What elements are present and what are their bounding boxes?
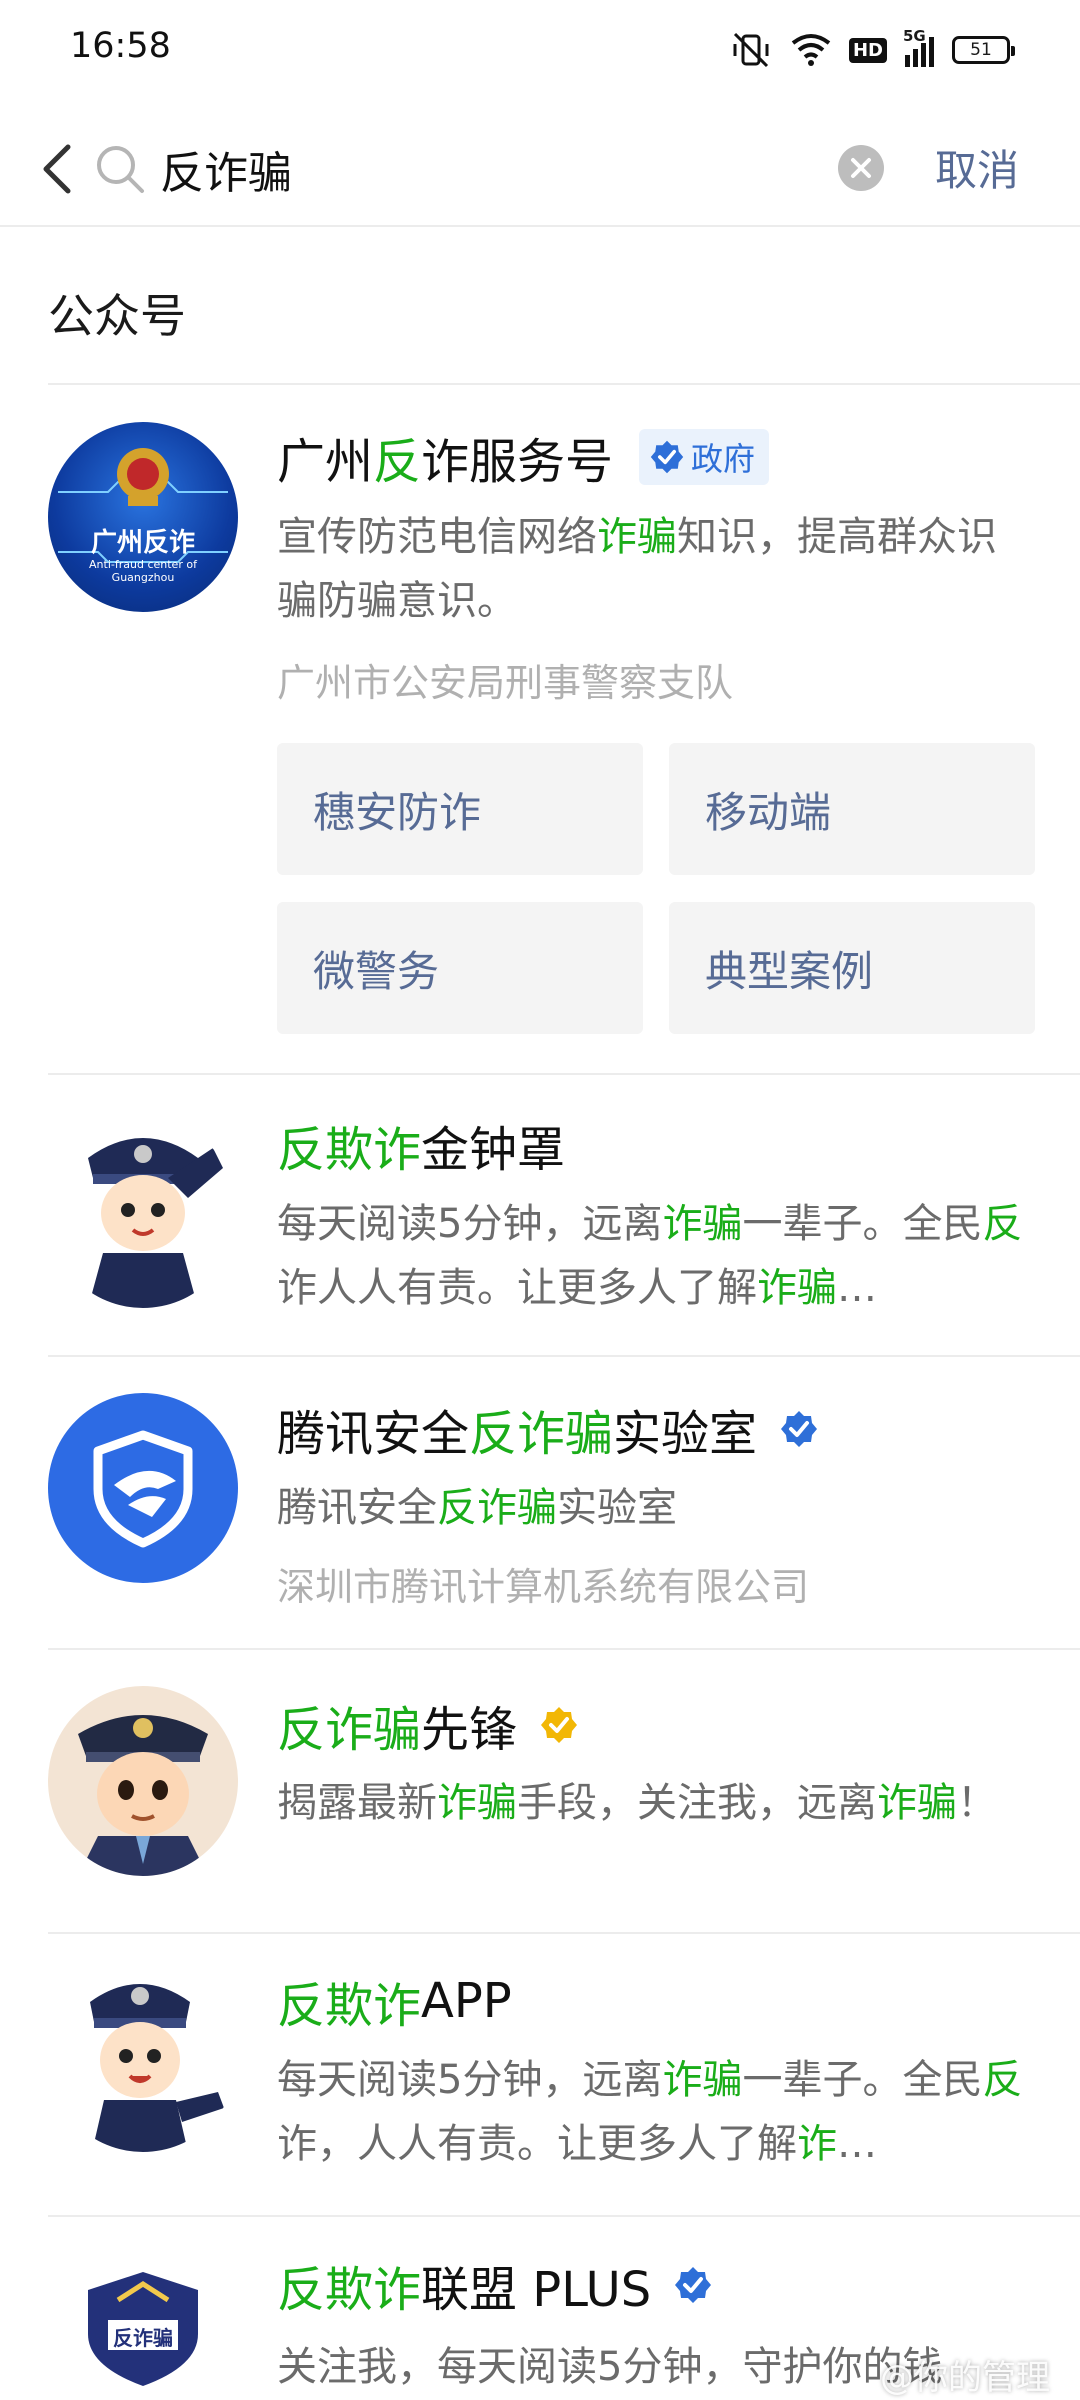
menu-item[interactable]: 微警务 xyxy=(277,902,643,1034)
network-type: 5G xyxy=(903,27,926,45)
verified-icon xyxy=(781,1411,818,1447)
title-highlight: 反诈骗 xyxy=(277,1702,422,1758)
title-part: 联盟 PLUS xyxy=(421,2262,652,2318)
result-title: 反欺诈 金钟罩 xyxy=(277,1110,565,1180)
title-part: 腾讯安全 xyxy=(277,1406,470,1462)
result-title: 反欺诈 APP xyxy=(277,1966,512,2036)
desc-highlight: 诈骗 xyxy=(437,1780,517,1826)
desc-highlight: 诈骗 xyxy=(877,1780,957,1826)
avatar[interactable]: 广州反诈 Anti-fraud center of Guangzhou xyxy=(48,422,238,612)
desc-highlight: 反诈骗 xyxy=(437,1485,557,1531)
desc-part: … xyxy=(837,2121,877,2167)
menu-item[interactable]: 移动端 xyxy=(669,743,1035,875)
divider xyxy=(48,1073,1080,1075)
section-title: 公众号 xyxy=(48,289,186,343)
result-description: 腾讯安全反诈骗实验室 xyxy=(277,1476,1037,1540)
title-highlight: 反 xyxy=(373,434,422,490)
avatar[interactable] xyxy=(48,1962,238,2152)
divider xyxy=(48,1932,1080,1934)
clear-icon[interactable] xyxy=(838,145,884,191)
avatar-text: 反诈骗 xyxy=(113,2326,173,2350)
result-description: 每天阅读5分钟，远离诈骗一辈子。全民反诈，人人有责。让更多人了解诈… xyxy=(277,2048,1037,2176)
desc-part: 一辈子。全民 xyxy=(742,1201,983,1247)
title-highlight: 反诈骗 xyxy=(469,1406,614,1462)
title-part: 诈服务号 xyxy=(421,434,614,490)
menu-item[interactable]: 典型案例 xyxy=(669,902,1035,1034)
desc-highlight: 诈骗 xyxy=(597,514,677,560)
title-highlight: 反欺诈 xyxy=(277,2262,422,2318)
avatar[interactable] xyxy=(48,1393,238,1583)
police-cartoon-icon xyxy=(88,1138,223,1308)
result-description: 揭露最新诈骗手段，关注我，远离诈骗！ xyxy=(277,1771,1017,1835)
result-title: 反欺诈 联盟 PLUS xyxy=(277,2250,713,2320)
title-highlight: 反欺诈 xyxy=(277,1122,422,1178)
status-icons: HD 5G 51 xyxy=(729,27,1015,70)
desc-highlight: 反 xyxy=(982,1201,1023,1247)
verified-icon xyxy=(650,440,684,474)
divider xyxy=(48,1355,1080,1357)
title-part: APP xyxy=(421,1973,512,2029)
result-owner: 广州市公安局刑事警察支队 xyxy=(277,661,734,705)
desc-part: ！ xyxy=(957,1780,997,1826)
divider xyxy=(48,383,1080,385)
desc-highlight: 诈 xyxy=(797,2121,837,2167)
hd-badge: HD xyxy=(848,37,887,63)
shield-icon xyxy=(93,1430,193,1548)
result-title: 反诈骗 先锋 xyxy=(277,1690,579,1760)
verified-icon xyxy=(541,1707,578,1743)
desc-part: 一辈子。全民 xyxy=(742,2057,983,2103)
status-bar: 16:58 HD 5G 51 xyxy=(0,0,1080,100)
desc-part: 每天阅读5分钟，远离 xyxy=(277,1201,663,1247)
search-icon xyxy=(97,146,144,193)
desc-part: 实验室 xyxy=(557,1485,677,1531)
result-title: 广州反诈服务号 政府 xyxy=(277,422,770,492)
search-input[interactable] xyxy=(160,135,820,203)
police-cartoon-icon xyxy=(78,1715,208,1876)
desc-part: 腾讯安全 xyxy=(277,1485,437,1531)
badge-label: 政府 xyxy=(691,440,756,478)
avatar[interactable] xyxy=(48,1118,238,1308)
search-bar: 取消 xyxy=(0,115,1080,225)
title-part: 先锋 xyxy=(421,1702,518,1758)
desc-highlight: 诈骗 xyxy=(757,1265,837,1311)
divider xyxy=(48,2215,1080,2217)
desc-highlight: 反 xyxy=(982,2057,1023,2103)
title-part: 金钟罩 xyxy=(421,1122,566,1178)
desc-part: 每天阅读5分钟，远离 xyxy=(277,2057,663,2103)
avatar[interactable]: 反诈骗 xyxy=(48,2254,238,2400)
result-title: 腾讯安全 反诈骗 实验室 xyxy=(277,1394,819,1464)
desc-highlight: 诈骗 xyxy=(662,2057,743,2103)
result-description: 宣传防范电信网络诈骗知识，提高群众识骗防骗意识。 xyxy=(277,505,1017,633)
divider xyxy=(48,1648,1080,1650)
avatar-text: 广州反诈 xyxy=(90,528,195,558)
divider xyxy=(0,225,1080,227)
desc-part: … xyxy=(837,1265,877,1311)
mute-vibrate-icon xyxy=(733,32,769,68)
desc-highlight: 诈骗 xyxy=(662,1201,743,1247)
menu-item[interactable]: 穗安防诈 xyxy=(277,743,643,875)
avatar-subtext: Anti-fraud center of Guangzhou xyxy=(89,558,197,584)
cancel-button[interactable]: 取消 xyxy=(935,137,1019,198)
status-time: 16:58 xyxy=(70,26,171,66)
gov-badge: 政府 xyxy=(639,429,770,485)
desc-part: 手段，关注我，远离 xyxy=(517,1780,877,1826)
battery-icon: 51 xyxy=(952,36,1015,64)
result-description: 每天阅读5分钟，远离诈骗一辈子。全民反诈人人有责。让更多人了解诈骗… xyxy=(277,1192,1037,1320)
result-owner: 深圳市腾讯计算机系统有限公司 xyxy=(277,1565,810,1609)
verified-icon xyxy=(675,2267,712,2303)
police-cartoon-icon xyxy=(90,1984,224,2152)
back-arrow-icon[interactable] xyxy=(32,139,82,199)
desc-part: 诈人人有责。让更多人了解 xyxy=(277,1265,757,1311)
desc-part: 关注我，每天阅读5分钟，守护你的钱 xyxy=(277,2344,943,2390)
avatar[interactable] xyxy=(48,1686,238,1876)
title-part: 实验室 xyxy=(613,1406,758,1462)
desc-part: 诈，人人有责。让更多人了解 xyxy=(277,2121,797,2167)
desc-part: 宣传防范电信网络 xyxy=(277,514,597,560)
signal-icon: 5G xyxy=(903,27,934,67)
title-part: 广州 xyxy=(277,434,374,490)
wifi-icon xyxy=(791,34,831,66)
desc-part: 揭露最新 xyxy=(277,1780,437,1826)
title-highlight: 反欺诈 xyxy=(277,1978,422,2034)
watermark: @你的管理 xyxy=(880,2358,1050,2398)
